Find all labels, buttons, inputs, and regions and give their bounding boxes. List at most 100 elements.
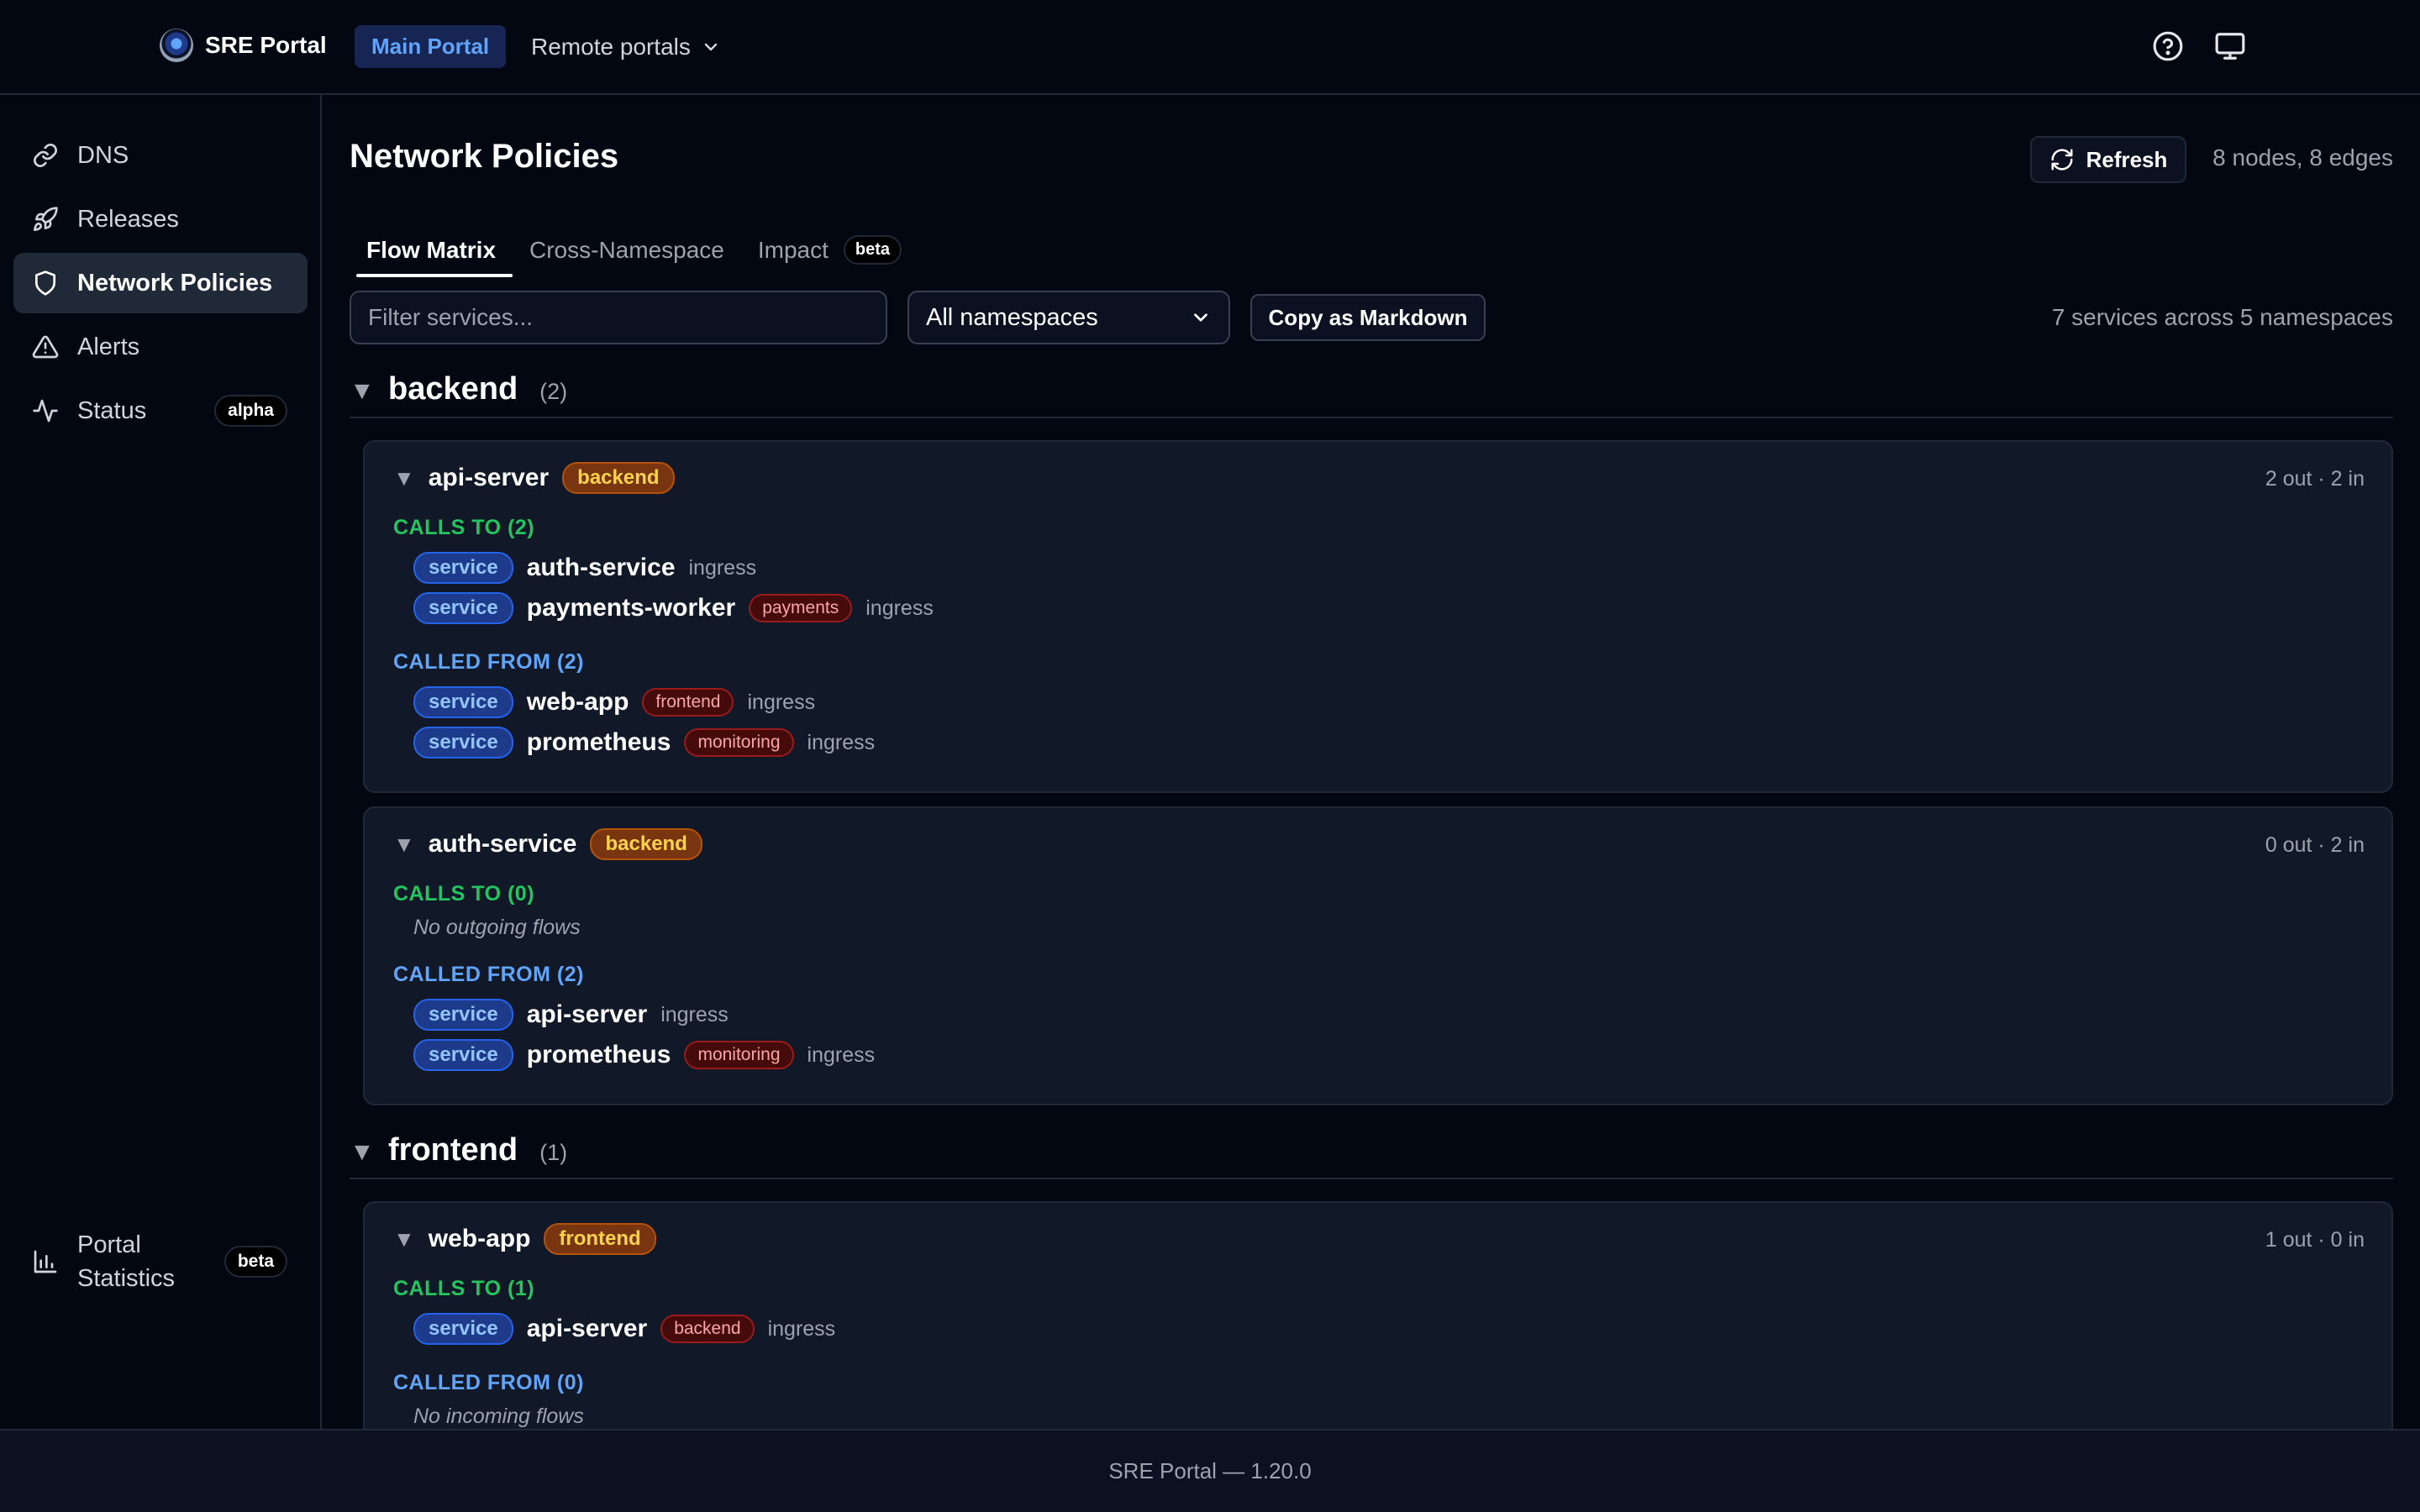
service-name: web-app xyxy=(428,1225,531,1252)
flow-row: service api-server backend ingress xyxy=(413,1312,835,1346)
service-card: ▼ api-server backend 2 out · 2 in CALLS … xyxy=(363,440,2393,793)
sidebar-item-releases[interactable]: Releases xyxy=(13,189,308,249)
tab-flow-matrix[interactable]: Flow Matrix xyxy=(350,228,513,277)
flow-row: service auth-service ingress xyxy=(413,551,756,585)
flow-row: service api-server ingress xyxy=(413,998,729,1032)
top-navigation-bar: SRE Portal Main Portal Remote portals xyxy=(0,0,2420,95)
service-card: ▼ web-app frontend 1 out · 0 in CALLS TO… xyxy=(363,1201,2393,1453)
namespace-badge: monitoring xyxy=(684,728,794,757)
tab-cross-namespace[interactable]: Cross-Namespace xyxy=(513,228,741,277)
link-icon xyxy=(34,144,57,167)
called-from-label: CALLED FROM (2) xyxy=(393,963,584,986)
collapse-caret-icon: ▼ xyxy=(393,1226,415,1252)
tab-label: Impact xyxy=(757,237,829,263)
page-title: Network Policies xyxy=(350,138,619,175)
sidebar-item-status[interactable]: Status alpha xyxy=(13,381,308,441)
service-card-header[interactable]: ▼ web-app frontend xyxy=(393,1223,656,1255)
chevron-down-icon xyxy=(704,43,718,50)
flow-target[interactable]: web-app xyxy=(527,688,629,717)
bar-chart-icon xyxy=(34,1250,57,1273)
sidebar-item-portal-statistics[interactable]: Portal Statistics beta xyxy=(13,1223,308,1300)
flow-target[interactable]: api-server xyxy=(527,1000,647,1029)
version-text: SRE Portal — 1.20.0 xyxy=(1108,1458,1312,1483)
refresh-icon xyxy=(2051,149,2073,171)
namespace-badge: backend xyxy=(562,462,675,494)
calls-to-label: CALLS TO (0) xyxy=(393,882,535,906)
namespace-select[interactable]: All namespaces xyxy=(908,291,1230,344)
service-card-header[interactable]: ▼ auth-service backend xyxy=(393,828,702,860)
sidebar-item-label: Portal Statistics xyxy=(77,1228,175,1295)
sidebar-item-alerts[interactable]: Alerts xyxy=(13,317,308,377)
copy-as-markdown-button[interactable]: Copy as Markdown xyxy=(1250,294,1486,341)
namespace-badge: monitoring xyxy=(684,1041,794,1069)
refresh-button[interactable]: Refresh xyxy=(2030,136,2186,183)
brand[interactable]: SRE Portal xyxy=(160,29,327,62)
namespace-badge: frontend xyxy=(642,688,734,717)
tab-impact[interactable]: Impact beta xyxy=(741,228,918,277)
monitor-icon[interactable] xyxy=(2214,30,2246,62)
kind-badge: service xyxy=(413,1313,513,1345)
namespace-count: (2) xyxy=(539,379,568,404)
flow-counts: 2 out · 2 in xyxy=(2265,467,2365,491)
kind-badge: service xyxy=(413,727,513,759)
sidebar-item-label: Alerts xyxy=(77,333,140,360)
help-icon[interactable] xyxy=(2152,30,2184,62)
flow-direction: ingress xyxy=(807,730,876,754)
flow-target[interactable]: payments-worker xyxy=(527,594,735,622)
tab-label: Cross-Namespace xyxy=(529,237,724,263)
services-summary: 7 services across 5 namespaces xyxy=(2051,304,2393,330)
flow-counts: 0 out · 2 in xyxy=(2265,833,2365,857)
namespace-name: frontend xyxy=(388,1132,518,1168)
filter-services-input[interactable] xyxy=(350,291,887,344)
namespace-select-value: All namespaces xyxy=(926,303,1098,331)
calls-to-label: CALLS TO (2) xyxy=(393,516,535,539)
sidebar-item-label: Network Policies xyxy=(77,269,273,297)
namespace-count: (1) xyxy=(539,1140,568,1165)
namespace-name: backend xyxy=(388,371,518,407)
flow-row: service prometheus monitoring ingress xyxy=(413,726,875,759)
flow-row: service web-app frontend ingress xyxy=(413,685,815,719)
flow-target[interactable]: auth-service xyxy=(527,554,676,582)
graph-summary: 8 nodes, 8 edges xyxy=(2212,144,2393,171)
collapse-caret-icon: ▼ xyxy=(350,377,375,405)
sidebar-item-network-policies[interactable]: Network Policies xyxy=(13,253,308,313)
namespace-badge: payments xyxy=(749,594,853,622)
portal-logo-icon xyxy=(160,29,193,62)
flow-direction: ingress xyxy=(865,596,934,620)
sidebar-item-label: Releases xyxy=(77,205,179,233)
remote-portals-dropdown[interactable]: Remote portals xyxy=(531,25,721,68)
kind-badge: service xyxy=(413,1039,513,1071)
tab-label: Flow Matrix xyxy=(366,237,497,263)
empty-flows-note: No outgoing flows xyxy=(413,916,581,939)
service-name: api-server xyxy=(428,464,550,491)
service-name: auth-service xyxy=(428,830,577,858)
kind-badge: service xyxy=(413,999,513,1031)
namespace-group-header[interactable]: ▼ frontend (1) xyxy=(350,1132,2393,1179)
flow-direction: ingress xyxy=(660,1002,729,1026)
sidebar-item-label: DNS xyxy=(77,141,129,169)
namespace-group-header[interactable]: ▼ backend (2) xyxy=(350,371,2393,418)
flow-target[interactable]: api-server xyxy=(527,1315,647,1343)
called-from-label: CALLED FROM (0) xyxy=(393,1371,584,1394)
activity-icon xyxy=(33,399,58,423)
flow-direction: ingress xyxy=(807,1042,876,1067)
main-portal-button[interactable]: Main Portal xyxy=(355,25,507,68)
chevron-down-icon xyxy=(1194,313,1207,322)
brand-name: SRE Portal xyxy=(205,32,327,58)
tab-bar: Flow Matrix Cross-Namespace Impact beta xyxy=(350,228,918,279)
namespace-badge: backend xyxy=(590,828,702,860)
shield-icon xyxy=(35,270,55,296)
empty-flows-note: No incoming flows xyxy=(413,1404,584,1428)
calls-to-label: CALLS TO (1) xyxy=(393,1277,535,1300)
sidebar-item-dns[interactable]: DNS xyxy=(13,125,308,186)
flow-direction: ingress xyxy=(767,1316,836,1341)
rocket-icon xyxy=(34,207,58,231)
flow-target[interactable]: prometheus xyxy=(527,728,671,757)
remote-portals-label: Remote portals xyxy=(531,33,691,60)
service-card-header[interactable]: ▼ api-server backend xyxy=(393,462,675,494)
beta-badge: beta xyxy=(843,235,902,265)
kind-badge: service xyxy=(413,686,513,718)
flow-target[interactable]: prometheus xyxy=(527,1041,671,1069)
statistics-label-line2: Statistics xyxy=(77,1265,176,1292)
flow-direction: ingress xyxy=(688,555,757,580)
